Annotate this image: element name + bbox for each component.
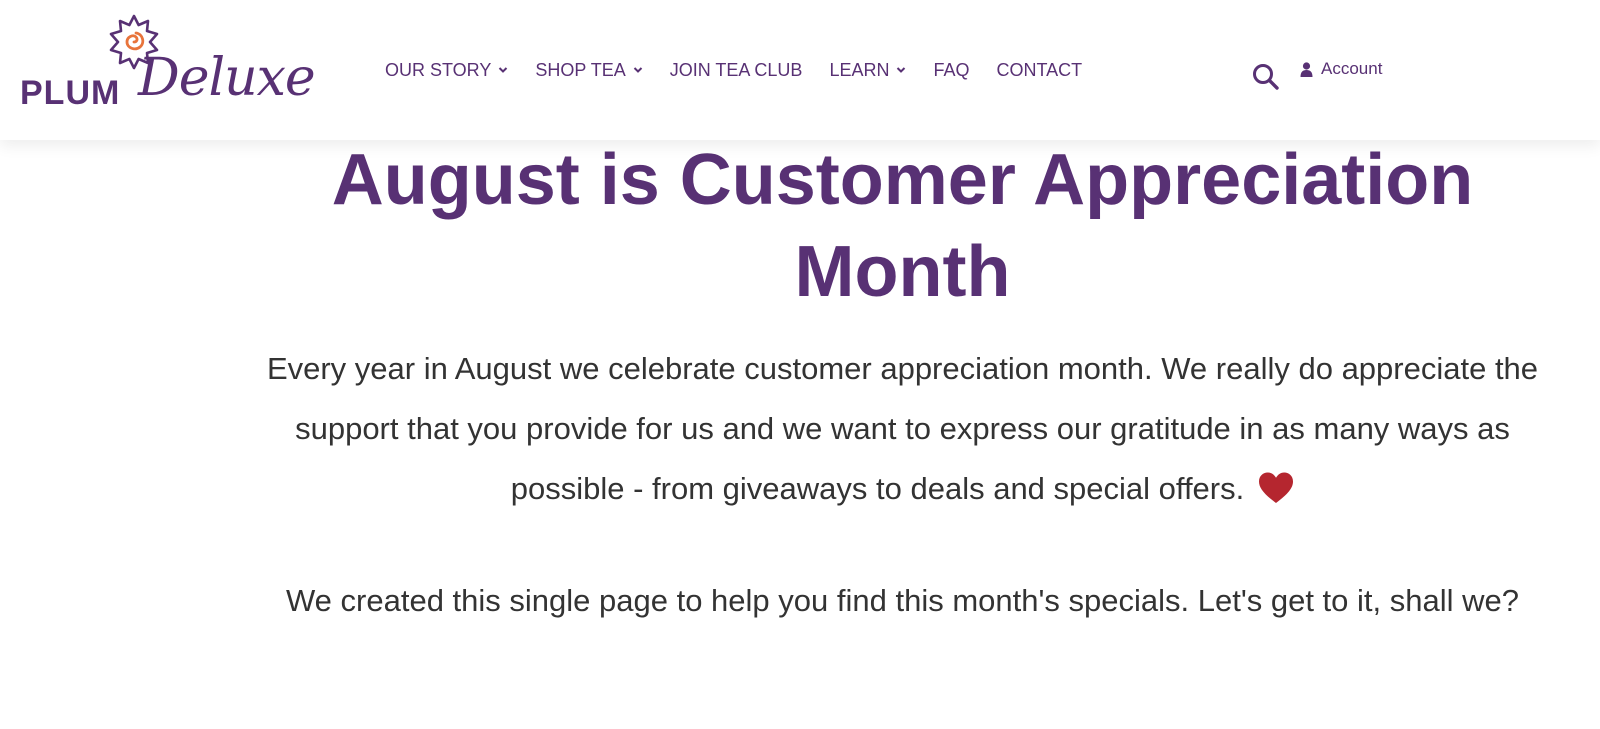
nav-learn-label: LEARN <box>829 59 890 80</box>
chevron-down-icon <box>897 67 906 73</box>
intro-paragraph: Every year in August we celebrate custom… <box>250 339 1555 519</box>
search-button[interactable] <box>1250 61 1282 93</box>
search-icon <box>1253 64 1279 90</box>
site-header: PLUM Deluxe OUR STORY SHOP TEA JOIN TEA … <box>0 0 1600 140</box>
nav-learn[interactable]: LEARN <box>829 60 906 81</box>
nav-contact[interactable]: CONTACT <box>997 60 1083 81</box>
page-title: August is Customer Appreciation Month <box>331 140 1474 312</box>
nav-join-tea-club[interactable]: JOIN TEA CLUB <box>670 60 803 81</box>
user-icon <box>1300 61 1313 77</box>
nav-our-story-label: OUR STORY <box>385 59 492 80</box>
nav-faq-label: FAQ <box>933 59 970 80</box>
main-nav: OUR STORY SHOP TEA JOIN TEA CLUB LEARN F… <box>385 59 1082 81</box>
intro-paragraph-text: Every year in August we celebrate custom… <box>266 351 1539 506</box>
heart-icon <box>1259 472 1294 503</box>
plum-deluxe-logo[interactable]: PLUM Deluxe <box>18 14 316 120</box>
nav-contact-label: CONTACT <box>996 59 1083 80</box>
account-label: Account <box>1321 59 1383 78</box>
nav-shop-tea[interactable]: SHOP TEA <box>535 60 642 81</box>
nav-faq[interactable]: FAQ <box>933 60 969 81</box>
nav-join-tea-club-label: JOIN TEA CLUB <box>669 59 803 80</box>
specials-paragraph: We created this single page to help you … <box>285 583 1519 618</box>
chevron-down-icon <box>499 67 508 73</box>
logo-text-plum: PLUM <box>20 74 121 112</box>
chevron-down-icon <box>633 67 642 73</box>
nav-our-story[interactable]: OUR STORY <box>385 60 508 81</box>
logo-text-deluxe: Deluxe <box>138 48 316 108</box>
account-link[interactable]: Account <box>1300 59 1382 79</box>
nav-shop-tea-label: SHOP TEA <box>535 59 626 80</box>
